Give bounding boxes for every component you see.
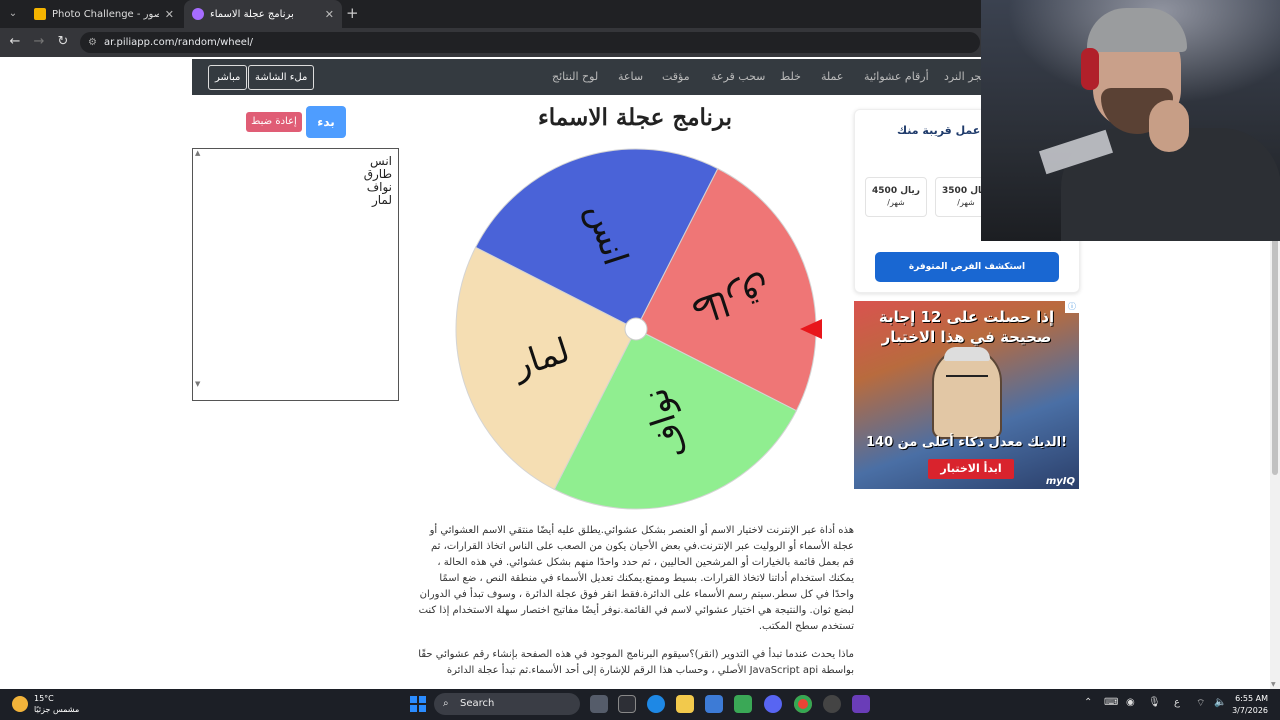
address-bar[interactable]: ⚙ ar.piliapp.com/random/wheel/ [80, 32, 980, 53]
name-entry: لمار [371, 193, 392, 207]
wifi-icon[interactable]: ⌔ [1196, 697, 1205, 710]
tray-language-icon[interactable]: ⌨ [1104, 697, 1118, 708]
temperature: 15°C [34, 694, 54, 703]
close-tab-icon[interactable]: ✕ [165, 8, 174, 21]
discord-icon[interactable] [764, 695, 782, 713]
windows-taskbar: 15°C مشمس جزئيًا ⌕ Search ⌃ ⌨ ◉ 🎙 ع ⌔ 🔈 … [0, 689, 1280, 720]
salary-period: /شهر [957, 198, 975, 207]
tab-name-wheel[interactable]: برنامج عجلة الاسماء ✕ [184, 0, 342, 28]
portrait-glasses [946, 375, 988, 383]
nav-clock[interactable]: ساعة [618, 70, 643, 83]
tray-steam-icon[interactable]: ◉ [1126, 697, 1135, 708]
page-title: برنامج عجلة الاسماء [537, 104, 733, 131]
url-text: ar.piliapp.com/random/wheel/ [104, 37, 254, 48]
ad-subline: الديك معدل ذكاء أعلى من 140! [865, 435, 1068, 450]
scroll-up-icon[interactable]: ▲ [195, 149, 200, 157]
scroll-down-icon[interactable]: ▼ [195, 380, 200, 388]
edge-icon[interactable] [647, 695, 665, 713]
weather-sun-icon [12, 696, 28, 712]
salary-period: /شهر [887, 198, 905, 207]
forward-icon[interactable]: → [30, 34, 48, 49]
site-info-icon[interactable]: ⚙ [88, 32, 97, 53]
app-icon[interactable] [852, 695, 870, 713]
taskbar-search[interactable]: ⌕ Search [434, 693, 580, 715]
tab-search-icon[interactable]: ⌄ [4, 5, 22, 23]
task-view-icon[interactable] [590, 695, 608, 713]
webcam-overlay [981, 0, 1280, 241]
weather-condition: مشمس جزئيًا [34, 705, 80, 714]
input-language[interactable]: ع [1174, 697, 1180, 708]
close-tab-icon[interactable]: ✕ [325, 8, 334, 21]
names-list: انس طارق نواف لمار [364, 155, 392, 207]
explore-jobs-button[interactable]: استكشف الفرص المتوفرة [875, 252, 1059, 282]
ad-headline: إذا حصلت على 12 إجابة صحيحة في هذا الاخت… [878, 308, 1055, 346]
description-paragraph: هذه أداة عبر الإنترنت لاختيار الاسم أو ا… [418, 525, 854, 632]
ad-start-test-button[interactable]: ابدأ الاختبار [928, 459, 1014, 479]
live-button[interactable]: مباشر [208, 65, 248, 90]
nav-scoreboard[interactable]: لوح النتائج [552, 70, 598, 83]
salary-amount: 4500 ريال [872, 186, 920, 196]
salary-tile[interactable]: 4500 ريال /شهر [865, 177, 927, 217]
new-tab-button[interactable]: + [346, 4, 359, 22]
start-windows-icon[interactable] [410, 696, 426, 712]
terminal-icon[interactable] [618, 695, 636, 713]
clock[interactable]: 6:55 AM 3/7/2026 [1232, 693, 1268, 717]
nav-draw[interactable]: سحب قرعة [711, 70, 765, 83]
description: هذه أداة عبر الإنترنت لاختيار الاسم أو ا… [418, 523, 854, 689]
names-textarea[interactable]: انس طارق نواف لمار ▲ ▼ [192, 148, 399, 401]
microphone-icon[interactable]: 🎙 [1148, 697, 1161, 708]
ad-brand-logo: myIQ [1045, 476, 1075, 487]
weather-widget[interactable]: 15°C مشمس جزئيًا [12, 693, 79, 715]
search-placeholder: Search [460, 698, 495, 709]
favicon-icon [192, 8, 204, 20]
scroll-down-icon[interactable]: ▼ [1271, 681, 1276, 688]
search-icon: ⌕ [443, 698, 449, 709]
nav-timer[interactable]: مؤقت [662, 70, 690, 83]
obs-icon[interactable] [823, 695, 841, 713]
store-icon[interactable] [705, 695, 723, 713]
site-navbar: حجر النرد أرقام عشوائية عملة خلط سحب قرع… [192, 59, 988, 95]
wheel-chart[interactable]: طارقنوافلمارانس [452, 145, 824, 515]
webcam-headset [1081, 48, 1099, 90]
nav-random-numbers[interactable]: أرقام عشوائية [864, 70, 929, 83]
ad-choices-icon[interactable]: ⓘ [1065, 301, 1079, 313]
minecraft-icon[interactable] [734, 695, 752, 713]
tab-title: Photo Challenge - تحدي الصور [52, 8, 159, 20]
fullscreen-button[interactable]: ملء الشاشة [248, 65, 315, 90]
reset-button[interactable]: إعادة ضبط [246, 112, 302, 132]
tab-photo-challenge[interactable]: Photo Challenge - تحدي الصور ✕ [26, 0, 182, 28]
chrome-icon[interactable] [794, 695, 812, 713]
volume-icon[interactable]: 🔈 [1214, 697, 1226, 708]
portrait-hair [944, 347, 990, 361]
description-paragraph: ماذا يحدث عندما تبدأ في التدوير (انقر)؟س… [418, 649, 854, 676]
webcam-person-hand [1149, 100, 1189, 152]
nav-coin[interactable]: عملة [821, 70, 843, 83]
nav-shuffle[interactable]: خلط [780, 70, 801, 83]
time: 6:55 AM [1235, 694, 1268, 703]
reload-icon[interactable]: ↻ [54, 34, 72, 49]
wheel-hub [624, 317, 648, 341]
tab-title: برنامج عجلة الاسماء [210, 8, 294, 20]
date: 3/7/2026 [1232, 706, 1268, 715]
favicon-icon [34, 8, 46, 20]
start-button[interactable]: بدء [306, 106, 346, 138]
iq-test-ad[interactable]: إذا حصلت على 12 إجابة صحيحة في هذا الاخت… [854, 301, 1079, 489]
name-wheel[interactable]: طارق نواف لمار انس [452, 145, 824, 515]
back-icon[interactable]: ← [6, 34, 24, 49]
tray-chevron-icon[interactable]: ⌃ [1084, 697, 1092, 708]
file-explorer-icon[interactable] [676, 695, 694, 713]
ad-portrait [932, 347, 1002, 439]
